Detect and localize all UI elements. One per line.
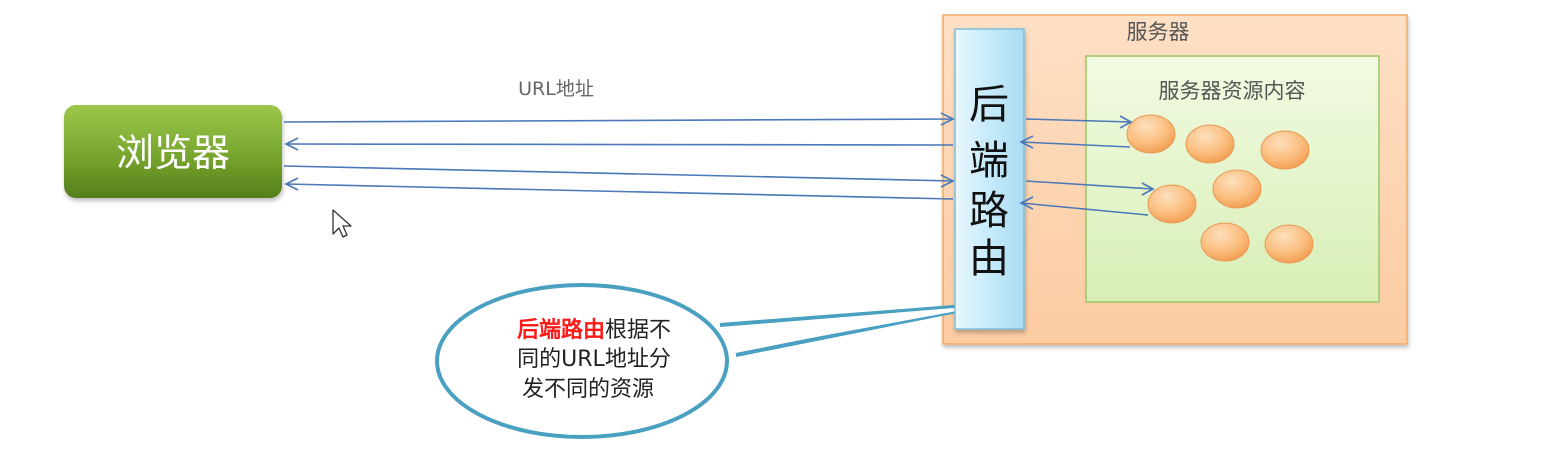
request-arrow (283, 118, 954, 123)
resource-item (1126, 114, 1176, 154)
router-char: 路 (969, 188, 1009, 234)
router-char: 端 (969, 138, 1009, 184)
backend-routing-diagram: 浏览器 服务器 服务器资源内容 后端路由根据不 同的URL地址分 发不同的资源 … (64, 14, 1408, 439)
router-char: 后 (969, 82, 1009, 128)
backend-router-box: 后 端 路 由 (954, 28, 1025, 330)
resource-item (1260, 130, 1310, 170)
router-char: 由 (969, 236, 1009, 282)
browser-box: 浏览器 (64, 105, 282, 198)
resource-item (1185, 124, 1235, 164)
url-label: URL地址 (518, 78, 594, 100)
callout-line-2: 同的URL地址分 (517, 347, 671, 372)
server-title: 服务器 (1127, 20, 1190, 44)
response-arrow (285, 183, 954, 200)
callout-line-1: 后端路由根据不 (517, 317, 671, 343)
resource-item (1200, 222, 1250, 262)
response-arrow (285, 143, 954, 146)
browser-label: 浏览器 (116, 131, 230, 175)
resource-item (1212, 169, 1262, 209)
server-resources-title: 服务器资源内容 (1159, 79, 1306, 103)
callout-line-3: 发不同的资源 (522, 377, 654, 402)
callout-line-1-rest: 根据不 (605, 318, 671, 343)
request-arrow (283, 165, 954, 182)
resource-item (1264, 224, 1314, 264)
request-arrows (283, 112, 955, 200)
resource-item (1147, 184, 1197, 224)
callout-highlight: 后端路由 (517, 317, 605, 343)
arrow-cursor-icon (332, 209, 352, 238)
callout-bubble: 后端路由根据不 同的URL地址分 发不同的资源 (435, 283, 994, 439)
